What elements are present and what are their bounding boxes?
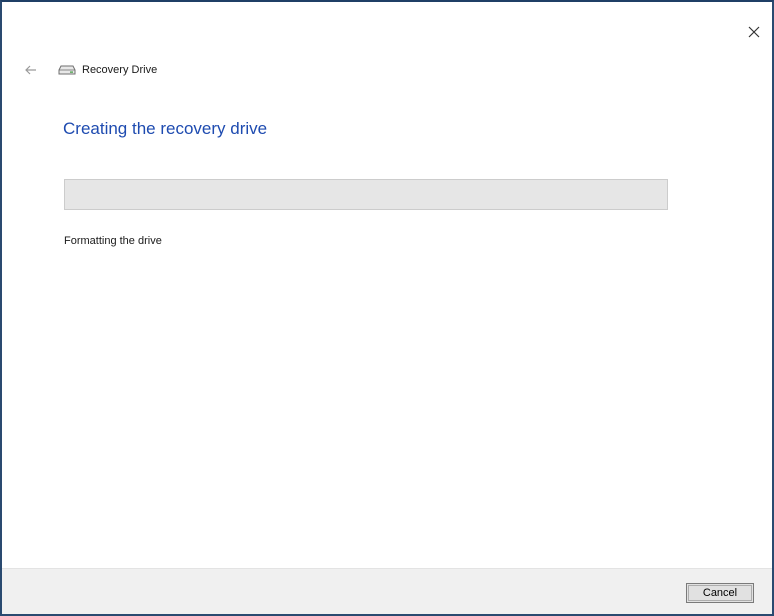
recovery-drive-window: Recovery Drive Creating the recovery dri… bbox=[0, 0, 774, 616]
window-header: Recovery Drive bbox=[22, 60, 157, 80]
close-icon bbox=[748, 26, 760, 38]
progress-bar bbox=[64, 179, 668, 210]
footer-bar: Cancel bbox=[2, 568, 772, 614]
drive-icon bbox=[58, 64, 78, 76]
back-button[interactable] bbox=[22, 61, 40, 79]
cancel-button[interactable]: Cancel bbox=[686, 583, 754, 603]
page-heading: Creating the recovery drive bbox=[63, 119, 268, 138]
status-text: Formatting the drive bbox=[64, 235, 162, 247]
back-arrow-icon bbox=[25, 65, 36, 75]
window-title: Recovery Drive bbox=[82, 64, 158, 76]
close-button[interactable] bbox=[742, 20, 766, 44]
